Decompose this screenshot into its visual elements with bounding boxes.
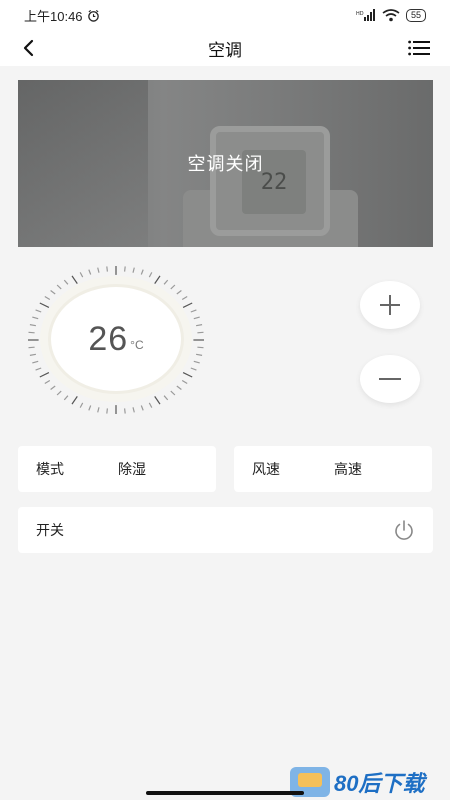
signal-icon: HD (356, 9, 375, 21)
menu-button[interactable] (406, 35, 432, 61)
dial-tick (140, 405, 144, 411)
wind-speed-value: 高速 (334, 461, 362, 477)
dial-tick (28, 346, 35, 349)
dial-tick (197, 331, 204, 334)
dial-tick (106, 408, 108, 414)
dial-tick (154, 275, 161, 284)
dial-tick (197, 346, 204, 349)
dial-tick (170, 390, 176, 396)
dial-tick (35, 367, 42, 371)
dial-tick (79, 272, 84, 278)
dial-tick (50, 385, 56, 390)
dial-tick (97, 267, 100, 273)
temperature-dial[interactable]: 26 °C (18, 258, 214, 422)
dial-tick (63, 279, 69, 285)
dial-tick (56, 390, 62, 396)
dial-tick (56, 284, 62, 290)
page-title: 空调 (208, 40, 242, 60)
dial-tick (124, 408, 126, 414)
dial-tick (106, 266, 108, 272)
dial-tick (193, 316, 200, 320)
app-header: 空调 (0, 30, 450, 66)
dial-tick (44, 295, 51, 301)
dial-tick (193, 360, 200, 364)
wind-speed-label: 风速 (252, 461, 280, 477)
dial-face: 26 °C (48, 284, 184, 394)
dial-tick (44, 379, 51, 385)
dial-tick (132, 267, 135, 273)
status-time: 上午10:46 (24, 8, 83, 24)
battery-indicator: 55 (405, 8, 426, 22)
wifi-icon (382, 8, 400, 21)
dial-tick (170, 284, 176, 290)
dial-tick (140, 269, 144, 275)
dial-tick (29, 324, 37, 327)
ac-status-text: 空调关闭 (187, 154, 264, 174)
dial-tick (124, 266, 126, 272)
dial-tick (88, 405, 92, 411)
dial-tick (154, 396, 161, 405)
dial-tick (181, 295, 188, 301)
banner-thermometer-image: 22 (210, 126, 330, 236)
home-indicator[interactable] (146, 791, 304, 795)
increase-temperature-button[interactable] (360, 281, 420, 329)
minus-icon (379, 378, 401, 380)
svg-text:HD: HD (356, 11, 364, 17)
wind-speed-selector[interactable]: 风速 高速 (234, 446, 432, 492)
dial-tick (176, 385, 182, 390)
dial-tick (163, 279, 169, 285)
mode-value: 除湿 (118, 461, 146, 477)
back-button[interactable] (14, 34, 42, 62)
status-right: HD 55 (356, 8, 426, 22)
dial-tick (32, 360, 39, 364)
dial-tick (50, 290, 56, 295)
mode-selector[interactable]: 模式 除湿 (18, 446, 216, 492)
dial-tick (88, 269, 92, 275)
dial-tick (190, 309, 197, 313)
temperature-value: 26 (88, 319, 129, 358)
decrease-temperature-button[interactable] (360, 355, 420, 403)
dial-tick (29, 353, 37, 356)
dial-tick (182, 302, 193, 308)
dial-tick (182, 372, 193, 378)
dial-tick (181, 379, 188, 385)
dial-tick (97, 407, 100, 413)
status-left: 上午10:46 (24, 6, 100, 25)
dial-tick (163, 395, 169, 401)
dial-tick (148, 272, 153, 278)
status-banner: 22 空调关闭 (18, 80, 433, 247)
dial-tick (195, 353, 203, 356)
list-icon (408, 40, 430, 56)
battery-level: 55 (410, 10, 421, 20)
plus-icon (380, 295, 400, 315)
dial-tick (148, 402, 153, 408)
dial-tick (35, 309, 42, 313)
mode-label: 模式 (36, 461, 64, 477)
dial-tick (32, 316, 39, 320)
power-icon[interactable] (393, 519, 415, 541)
dial-tick (28, 331, 35, 334)
chevron-left-icon (23, 39, 34, 57)
dial-tick (63, 395, 69, 401)
dial-tick (79, 402, 84, 408)
dial-tick (39, 372, 50, 378)
dial-tick (39, 302, 50, 308)
dial-tick (71, 396, 78, 405)
temperature-unit: °C (130, 338, 144, 352)
watermark-text: 80后下载 (334, 771, 425, 796)
switch-label: 开关 (36, 522, 64, 538)
alarm-clock-icon (87, 9, 99, 22)
dial-tick (132, 407, 135, 413)
dial-tick (190, 367, 197, 371)
dial-tick (195, 324, 203, 327)
watermark: 80后下载 (290, 766, 424, 798)
dial-tick (71, 275, 78, 284)
power-switch-row: 开关 (18, 507, 433, 553)
dial-tick (176, 290, 182, 295)
status-bar: 上午10:46 HD 55 (0, 0, 450, 30)
